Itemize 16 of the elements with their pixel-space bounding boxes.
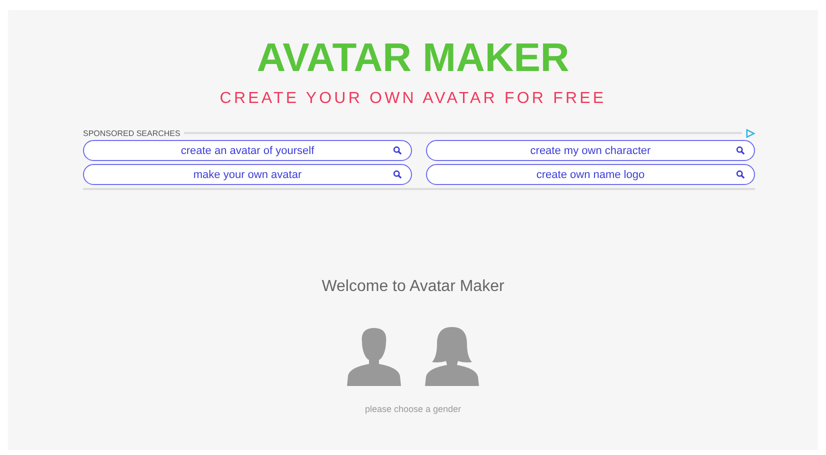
search-icon xyxy=(393,146,402,155)
search-icon xyxy=(393,170,402,179)
site-subtitle: CREATE YOUR OWN AVATAR FOR FREE xyxy=(220,90,606,108)
search-suggestion[interactable]: create my own character xyxy=(426,140,755,161)
sponsored-label: SPONSORED SEARCHES xyxy=(83,128,180,138)
female-silhouette-icon[interactable] xyxy=(425,326,479,386)
welcome-heading: Welcome to Avatar Maker xyxy=(322,278,504,296)
ad-choices-icon[interactable] xyxy=(746,128,755,138)
search-suggestion[interactable]: make your own avatar xyxy=(83,164,412,185)
search-icon xyxy=(736,146,745,155)
search-icon xyxy=(736,170,745,179)
gender-prompt: please choose a gender xyxy=(364,404,462,414)
search-suggestion[interactable]: create an avatar of yourself xyxy=(83,140,412,161)
search-suggestion[interactable]: create own name logo xyxy=(426,164,755,185)
male-silhouette-icon[interactable] xyxy=(347,326,401,386)
site-title: AVATAR MAKER xyxy=(256,36,570,80)
